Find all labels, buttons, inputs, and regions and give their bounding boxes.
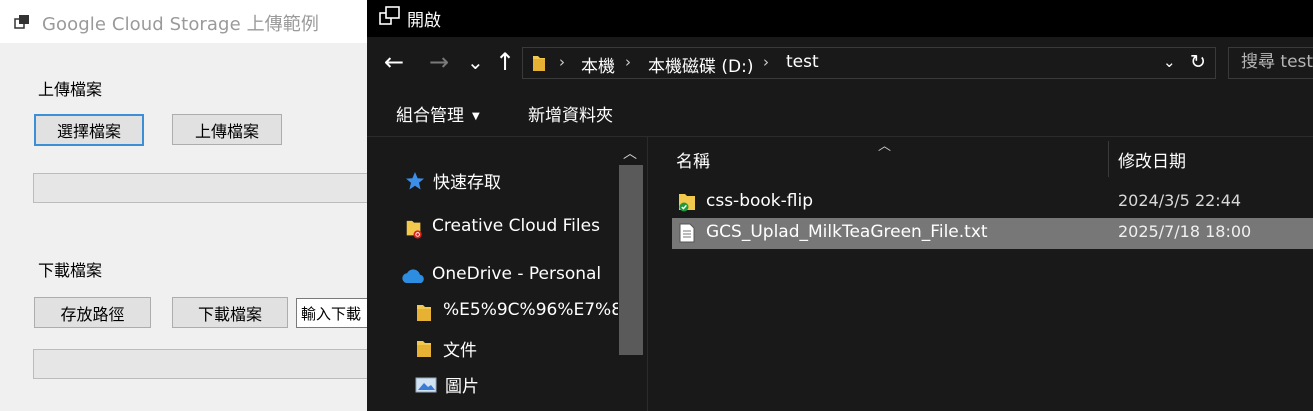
folder-icon — [417, 305, 431, 321]
dialog-titlebar: 開啟 — [367, 0, 1313, 37]
breadcrumb-test[interactable]: test — [786, 52, 819, 72]
command-bar: 組合管理 ▼ 新增資料夾 — [367, 89, 1313, 136]
select-file-button[interactable]: 選擇檔案 — [34, 114, 144, 146]
upload-progress-bar — [33, 173, 367, 203]
breadcrumb-chevron-icon: › — [625, 53, 631, 71]
file-name: css-book-flip — [706, 191, 813, 211]
column-header-name[interactable]: 名稱 — [676, 147, 710, 172]
nav-item-label: 快速存取 — [433, 173, 501, 193]
search-box[interactable] — [1228, 47, 1313, 79]
sort-ascending-icon: ︿ — [878, 139, 892, 154]
organize-label: 組合管理 — [396, 106, 464, 126]
search-input[interactable] — [1229, 48, 1313, 72]
open-file-dialog: 開啟 ← → ⌄ ↑ › 本機 › 本機磁碟 (D:) › test ⌄ ↻ 組… — [367, 0, 1313, 411]
up-arrow-icon[interactable]: ↑ — [495, 47, 515, 77]
download-progress-bar — [33, 349, 367, 379]
creative-cloud-folder-icon — [406, 220, 422, 239]
nav-item-pictures[interactable]: 圖片 — [367, 367, 617, 401]
nav-item-label: 圖片 — [445, 377, 479, 397]
folder-synced-icon — [679, 194, 695, 212]
file-modified-date: 2025/7/18 18:00 — [1118, 222, 1252, 241]
download-filename-input[interactable]: 輸入下載 — [296, 298, 367, 328]
scroll-up-arrow-icon[interactable]: ︿ — [623, 143, 637, 163]
folder-icon — [533, 56, 545, 71]
back-arrow-icon[interactable]: ← — [384, 47, 404, 77]
upload-form-window: Google Cloud Storage 上傳範例 上傳檔案 選擇檔案 上傳檔案… — [0, 0, 367, 411]
nav-item-label: Creative Cloud Files — [432, 216, 600, 236]
upload-section-label: 上傳檔案 — [38, 80, 103, 99]
file-list: ︿ 名稱 修改日期 css-book-flip 2024/3/5 22:44 G… — [647, 136, 1313, 411]
dialog-window-icon — [379, 6, 400, 25]
file-name: GCS_Uplad_MilkTeaGreen_File.txt — [706, 222, 988, 242]
nav-item-onedrive[interactable]: OneDrive - Personal — [367, 259, 617, 293]
breadcrumb-chevron-icon: › — [763, 53, 769, 71]
caret-down-icon: ▼ — [472, 110, 480, 122]
organize-menu-button[interactable]: 組合管理 ▼ — [396, 101, 480, 126]
new-folder-button[interactable]: 新增資料夾 — [528, 101, 613, 126]
column-header-modified[interactable]: 修改日期 — [1118, 147, 1186, 172]
nav-item-label: OneDrive - Personal — [432, 264, 602, 284]
navigation-pane: 快速存取 Creative Cloud Files OneDrive - Per… — [367, 136, 647, 411]
nav-item-onedrive-folder[interactable]: %E5%9C%96%E7%8 — [367, 295, 622, 329]
forward-arrow-icon[interactable]: → — [429, 47, 449, 77]
pictures-icon — [415, 377, 437, 393]
address-bar[interactable]: › 本機 › 本機磁碟 (D:) › test ⌄ ↻ — [522, 47, 1216, 79]
navigation-bar: ← → ⌄ ↑ › 本機 › 本機磁碟 (D:) › test ⌄ ↻ — [367, 37, 1313, 89]
refresh-icon[interactable]: ↻ — [1190, 51, 1206, 73]
recent-locations-chevron-icon[interactable]: ⌄ — [467, 47, 484, 77]
onedrive-cloud-icon — [402, 269, 424, 283]
breadcrumb-this-pc[interactable]: 本機 — [581, 52, 615, 77]
save-path-button[interactable]: 存放路徑 — [34, 297, 151, 328]
folder-icon — [417, 341, 431, 357]
upload-file-button[interactable]: 上傳檔案 — [172, 114, 282, 145]
app-window-icon — [14, 15, 29, 29]
breadcrumb-local-disk-d[interactable]: 本機磁碟 (D:) — [648, 52, 754, 77]
form-titlebar: Google Cloud Storage 上傳範例 — [0, 0, 367, 43]
form-title: Google Cloud Storage 上傳範例 — [42, 14, 319, 35]
nav-item-quick-access[interactable]: 快速存取 — [367, 163, 617, 197]
file-row-css-book-flip[interactable]: css-book-flip 2024/3/5 22:44 — [672, 187, 1313, 218]
nav-pane-scrollbar[interactable]: ︿ — [618, 137, 644, 411]
download-section-label: 下載檔案 — [38, 261, 103, 280]
dialog-title: 開啟 — [407, 11, 441, 31]
nav-item-label: 文件 — [443, 341, 477, 361]
nav-item-creative-cloud-files[interactable]: Creative Cloud Files — [367, 211, 617, 245]
nav-item-documents[interactable]: 文件 — [367, 331, 617, 365]
download-file-button[interactable]: 下載檔案 — [172, 297, 288, 328]
scrollbar-thumb[interactable] — [619, 165, 643, 355]
breadcrumb-chevron-icon: › — [559, 53, 565, 71]
file-modified-date: 2024/3/5 22:44 — [1118, 191, 1242, 210]
address-dropdown-chevron-icon[interactable]: ⌄ — [1163, 53, 1176, 71]
text-file-icon — [679, 223, 695, 243]
nav-item-label: %E5%9C%96%E7%8 — [443, 300, 623, 320]
file-row-gcs-uplad-milkteagreen-file[interactable]: GCS_Uplad_MilkTeaGreen_File.txt 2025/7/1… — [672, 218, 1313, 249]
star-icon — [406, 172, 424, 190]
column-divider[interactable] — [1108, 141, 1109, 177]
